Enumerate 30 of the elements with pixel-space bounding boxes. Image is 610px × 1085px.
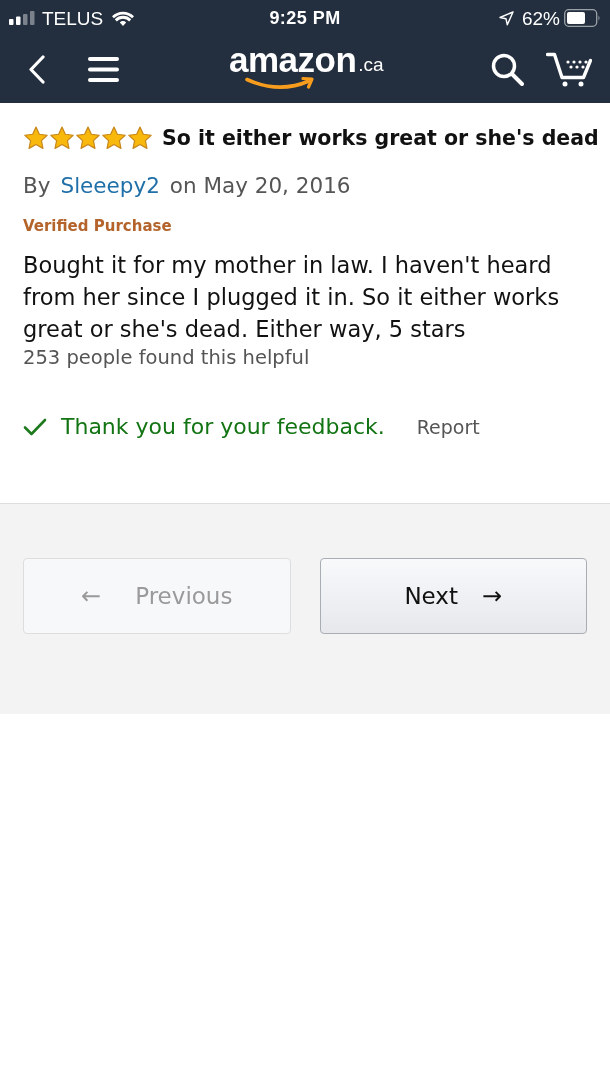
review-body: Bought it for my mother in law. I haven't heard from her since I plugged it in. So it either works great or she's dead. Either way, 5 stars <box>23 251 561 344</box>
cart-icon[interactable] <box>546 52 592 87</box>
review-date: on May 20, 2016 <box>169 172 351 200</box>
battery-icon <box>564 9 601 27</box>
menu-icon[interactable] <box>88 57 119 82</box>
checkmark-icon <box>23 418 47 436</box>
back-chevron-icon[interactable] <box>28 55 45 84</box>
signal-icon <box>9 11 36 25</box>
smile-arrow-icon <box>245 76 317 92</box>
logo-domain: .ca <box>358 55 384 75</box>
byline-label: By <box>23 172 51 200</box>
location-arrow-icon <box>498 10 514 26</box>
star-icon <box>75 125 101 151</box>
star-icon <box>49 125 75 151</box>
feedback-message: Thank you for your feedback. <box>61 413 385 441</box>
author-link[interactable]: Sleeepy2 <box>60 172 160 200</box>
next-button[interactable]: Next → <box>319 558 587 634</box>
review-title: So it either works great or she's dead <box>162 125 599 152</box>
logo-wordmark: amazon <box>229 42 357 78</box>
report-link[interactable]: Report <box>416 415 480 439</box>
carrier-name: TELUS <box>42 8 104 28</box>
clock-time: 9:25 PM <box>269 9 341 27</box>
star-icon <box>127 125 153 151</box>
star-icon <box>23 125 49 151</box>
battery-percentage: 62% <box>521 8 560 28</box>
verified-purchase-label: Verified Purchase <box>23 216 172 236</box>
search-icon[interactable] <box>491 53 524 86</box>
helpful-count: 253 people found this helpful <box>23 346 310 370</box>
wifi-icon <box>112 10 135 26</box>
star-icon <box>101 125 127 151</box>
